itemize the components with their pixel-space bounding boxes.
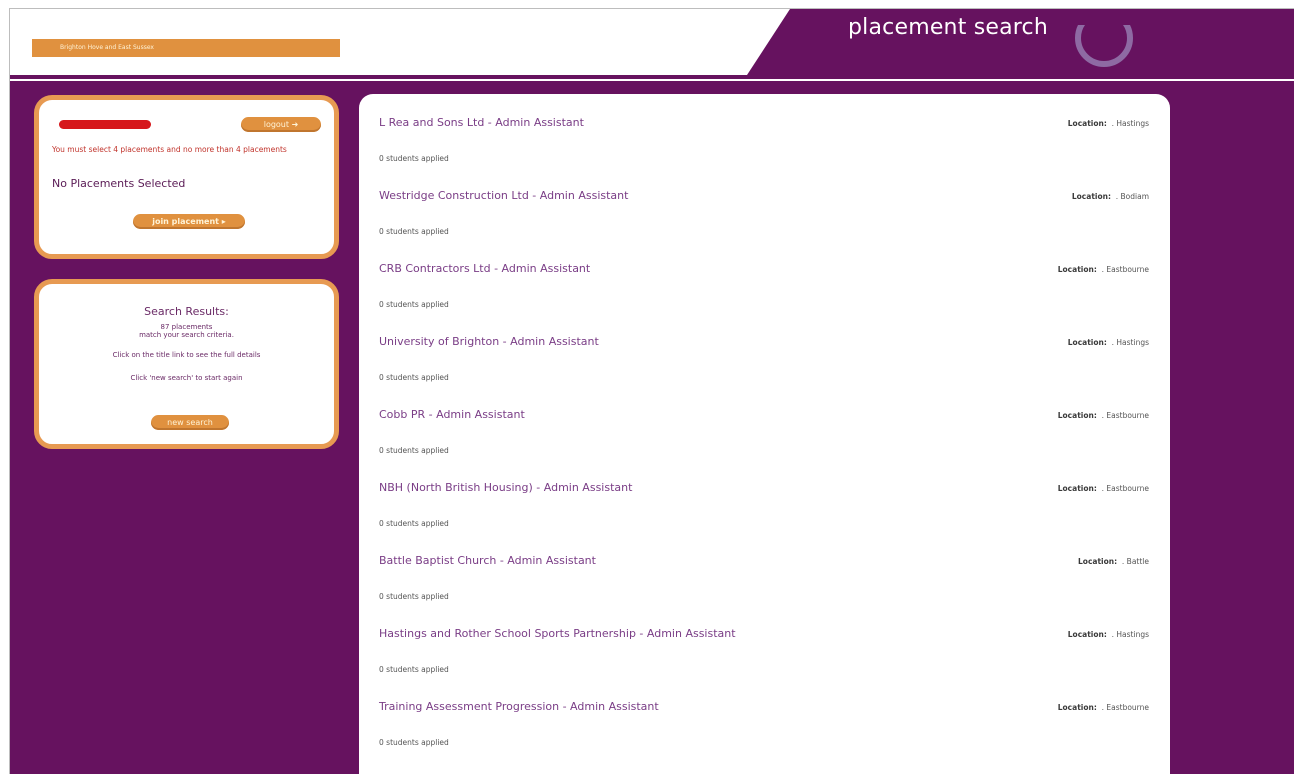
placement-location: Location: . Hastings bbox=[1068, 630, 1149, 639]
location-label: Location: bbox=[1057, 411, 1097, 420]
new-search-button[interactable]: new search bbox=[151, 415, 229, 430]
placement-title-link[interactable]: CRB Contractors Ltd - Admin Assistant bbox=[379, 262, 590, 275]
placement-title-link[interactable]: NBH (North British Housing) - Admin Assi… bbox=[379, 481, 632, 494]
applied-count: 0 students applied bbox=[379, 300, 449, 309]
applied-count: 0 students applied bbox=[379, 227, 449, 236]
location-value: . Eastbourne bbox=[1101, 265, 1149, 274]
location-label: Location: bbox=[1071, 192, 1111, 201]
placement-title-link[interactable]: Training Assessment Progression - Admin … bbox=[379, 700, 659, 713]
results-match-text: match your search criteria. bbox=[139, 331, 234, 339]
arrow-right-icon: ➜ bbox=[291, 120, 299, 129]
arrow-right-icon: ▸ bbox=[221, 217, 226, 226]
placement-item: CRB Contractors Ltd - Admin Assistant Lo… bbox=[379, 262, 1149, 335]
location-value: . Battle bbox=[1121, 557, 1149, 566]
placement-item: Westridge Construction Ltd - Admin Assis… bbox=[379, 189, 1149, 262]
redacted-username bbox=[59, 120, 151, 129]
placement-title-link[interactable]: University of Brighton - Admin Assistant bbox=[379, 335, 599, 348]
title-link-hint: Click on the title link to see the full … bbox=[112, 351, 261, 359]
location-value: . Hastings bbox=[1111, 119, 1149, 128]
applied-count: 0 students applied bbox=[379, 519, 449, 528]
placement-location: Location: . Battle bbox=[1078, 557, 1149, 566]
applied-count: 0 students applied bbox=[379, 592, 449, 601]
placement-title-link[interactable]: L Rea and Sons Ltd - Admin Assistant bbox=[379, 116, 584, 129]
logout-label: logout bbox=[263, 120, 290, 129]
applied-count: 0 students applied bbox=[379, 738, 449, 747]
applied-count: 0 students applied bbox=[379, 446, 449, 455]
new-search-hint: Click 'new search' to start again bbox=[130, 374, 243, 382]
selection-status: No Placements Selected bbox=[52, 177, 186, 190]
placement-title-link[interactable]: Battle Baptist Church - Admin Assistant bbox=[379, 554, 596, 567]
location-value: . Eastbourne bbox=[1101, 411, 1149, 420]
placement-list: L Rea and Sons Ltd - Admin Assistant Loc… bbox=[359, 94, 1170, 774]
location-label: Location: bbox=[1057, 703, 1097, 712]
region-tab[interactable]: Brighton Hove and East Sussex bbox=[32, 39, 340, 57]
location-label: Location: bbox=[1078, 557, 1118, 566]
placement-location: Location: . Hastings bbox=[1068, 119, 1149, 128]
join-label: join placement bbox=[152, 217, 219, 226]
logout-button[interactable]: logout ➜ bbox=[241, 117, 321, 132]
location-label: Location: bbox=[1057, 484, 1097, 493]
location-value: . Eastbourne bbox=[1101, 703, 1149, 712]
applied-count: 0 students applied bbox=[379, 373, 449, 382]
page-title: placement search bbox=[848, 15, 1048, 40]
placement-location: Location: . Eastbourne bbox=[1058, 484, 1149, 493]
login-panel: logout ➜ You must select 4 placements an… bbox=[34, 95, 339, 259]
placement-item: Battle Baptist Church - Admin Assistant … bbox=[379, 554, 1149, 627]
placement-location: Location: . Eastbourne bbox=[1058, 411, 1149, 420]
location-label: Location: bbox=[1067, 119, 1107, 128]
placement-item: L Rea and Sons Ltd - Admin Assistant Loc… bbox=[379, 116, 1149, 189]
placement-item: Training Assessment Progression - Admin … bbox=[379, 700, 1149, 773]
location-value: . Bodiam bbox=[1115, 192, 1149, 201]
placement-location: Location: . Eastbourne bbox=[1058, 265, 1149, 274]
search-results-panel: Search Results: 87 placements match your… bbox=[34, 279, 339, 449]
selection-warning: You must select 4 placements and no more… bbox=[52, 145, 287, 154]
page-frame: Brighton Hove and East Sussex placement … bbox=[9, 8, 1294, 774]
placement-item: NBH (North British Housing) - Admin Assi… bbox=[379, 481, 1149, 554]
location-label: Location: bbox=[1057, 265, 1097, 274]
placement-item: Hastings and Rother School Sports Partne… bbox=[379, 627, 1149, 700]
header-divider bbox=[10, 79, 1294, 81]
results-count: 87 placements bbox=[160, 323, 213, 331]
placement-location: Location: . Eastbourne bbox=[1058, 703, 1149, 712]
applied-count: 0 students applied bbox=[379, 154, 449, 163]
search-results-title: Search Results: bbox=[144, 305, 229, 318]
placement-title-link[interactable]: Cobb PR - Admin Assistant bbox=[379, 408, 525, 421]
location-label: Location: bbox=[1067, 630, 1107, 639]
location-value: . Eastbourne bbox=[1101, 484, 1149, 493]
placement-title-link[interactable]: Hastings and Rother School Sports Partne… bbox=[379, 627, 736, 640]
ring-logo-icon bbox=[1075, 25, 1133, 67]
location-value: . Hastings bbox=[1111, 338, 1149, 347]
join-placement-button[interactable]: join placement ▸ bbox=[133, 214, 245, 229]
placement-title-link[interactable]: Westridge Construction Ltd - Admin Assis… bbox=[379, 189, 628, 202]
applied-count: 0 students applied bbox=[379, 665, 449, 674]
location-label: Location: bbox=[1067, 338, 1107, 347]
placement-item: Cobb PR - Admin Assistant Location: . Ea… bbox=[379, 408, 1149, 481]
placement-location: Location: . Hastings bbox=[1068, 338, 1149, 347]
placement-location: Location: . Bodiam bbox=[1072, 192, 1149, 201]
placement-item: University of Brighton - Admin Assistant… bbox=[379, 335, 1149, 408]
location-value: . Hastings bbox=[1111, 630, 1149, 639]
